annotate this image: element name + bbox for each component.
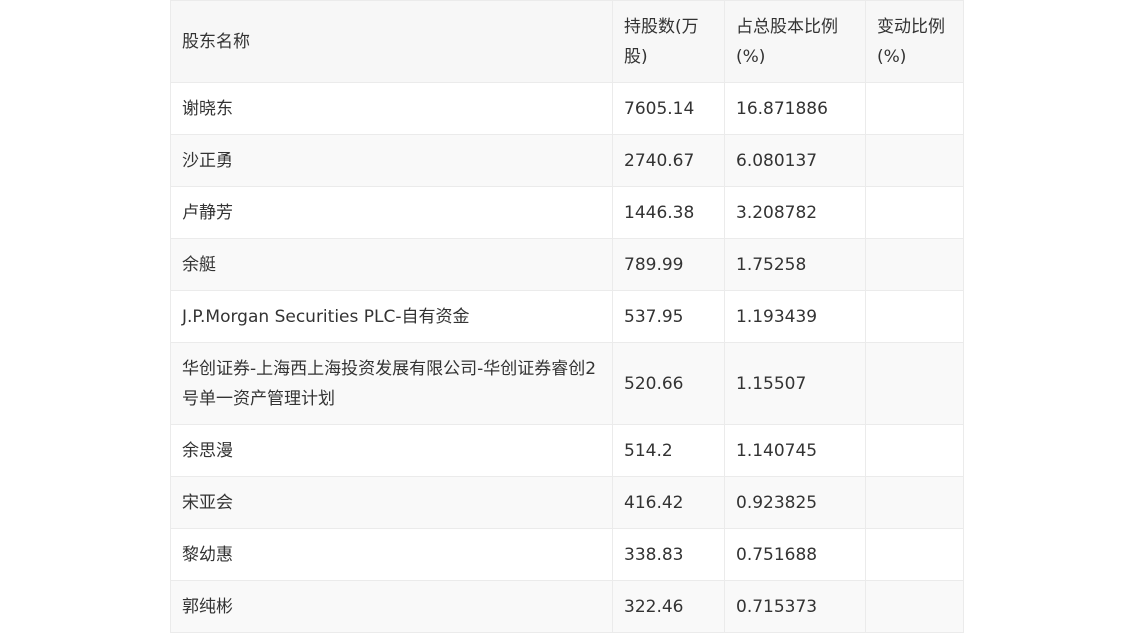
- cell-name: 卢静芳: [170, 186, 613, 239]
- cell-change: [865, 424, 964, 477]
- cell-shares: 520.66: [612, 342, 725, 425]
- cell-shares: 7605.14: [612, 82, 725, 135]
- cell-change: [865, 580, 964, 633]
- table-row: 余艇 789.99 1.75258: [170, 238, 964, 291]
- shareholder-table: 股东名称 持股数(万股) 占总股本比例(%) 变动比例(%) 谢晓东 7605.…: [170, 0, 964, 633]
- cell-change: [865, 528, 964, 581]
- header-change: 变动比例(%): [865, 0, 964, 83]
- table-body: 谢晓东 7605.14 16.871886 沙正勇 2740.67 6.0801…: [170, 82, 964, 633]
- cell-ratio: 1.140745: [724, 424, 866, 477]
- cell-name: J.P.Morgan Securities PLC-自有资金: [170, 290, 613, 343]
- table-row: 谢晓东 7605.14 16.871886: [170, 82, 964, 135]
- header-row: 股东名称 持股数(万股) 占总股本比例(%) 变动比例(%): [170, 0, 964, 83]
- cell-name: 余思漫: [170, 424, 613, 477]
- cell-ratio: 1.75258: [724, 238, 866, 291]
- cell-shares: 514.2: [612, 424, 725, 477]
- cell-shares: 338.83: [612, 528, 725, 581]
- cell-ratio: 6.080137: [724, 134, 866, 187]
- cell-shares: 537.95: [612, 290, 725, 343]
- cell-change: [865, 134, 964, 187]
- table-row: 郭纯彬 322.46 0.715373: [170, 580, 964, 633]
- cell-name: 华创证券-上海西上海投资发展有限公司-华创证券睿创2号单一资产管理计划: [170, 342, 613, 425]
- cell-shares: 416.42: [612, 476, 725, 529]
- cell-name: 黎幼惠: [170, 528, 613, 581]
- cell-name: 郭纯彬: [170, 580, 613, 633]
- cell-ratio: 1.193439: [724, 290, 866, 343]
- cell-change: [865, 82, 964, 135]
- cell-ratio: 0.751688: [724, 528, 866, 581]
- cell-ratio: 0.715373: [724, 580, 866, 633]
- table-row: 余思漫 514.2 1.140745: [170, 424, 964, 477]
- cell-ratio: 3.208782: [724, 186, 866, 239]
- cell-shares: 2740.67: [612, 134, 725, 187]
- cell-ratio: 0.923825: [724, 476, 866, 529]
- cell-name: 余艇: [170, 238, 613, 291]
- cell-ratio: 1.15507: [724, 342, 866, 425]
- table-row: 华创证券-上海西上海投资发展有限公司-华创证券睿创2号单一资产管理计划 520.…: [170, 342, 964, 425]
- table-row: 沙正勇 2740.67 6.080137: [170, 134, 964, 187]
- cell-change: [865, 238, 964, 291]
- cell-name: 谢晓东: [170, 82, 613, 135]
- cell-name: 宋亚会: [170, 476, 613, 529]
- cell-change: [865, 342, 964, 425]
- table-row: 黎幼惠 338.83 0.751688: [170, 528, 964, 581]
- cell-ratio: 16.871886: [724, 82, 866, 135]
- cell-name: 沙正勇: [170, 134, 613, 187]
- table-row: 卢静芳 1446.38 3.208782: [170, 186, 964, 239]
- table-header: 股东名称 持股数(万股) 占总股本比例(%) 变动比例(%): [170, 0, 964, 83]
- header-shareholder-name: 股东名称: [170, 0, 613, 83]
- cell-shares: 322.46: [612, 580, 725, 633]
- cell-change: [865, 290, 964, 343]
- cell-change: [865, 476, 964, 529]
- cell-shares: 789.99: [612, 238, 725, 291]
- table-row: J.P.Morgan Securities PLC-自有资金 537.95 1.…: [170, 290, 964, 343]
- shareholder-table-container: 股东名称 持股数(万股) 占总股本比例(%) 变动比例(%) 谢晓东 7605.…: [170, 0, 964, 633]
- cell-shares: 1446.38: [612, 186, 725, 239]
- header-shares: 持股数(万股): [612, 0, 725, 83]
- table-row: 宋亚会 416.42 0.923825: [170, 476, 964, 529]
- cell-change: [865, 186, 964, 239]
- header-ratio: 占总股本比例(%): [724, 0, 866, 83]
